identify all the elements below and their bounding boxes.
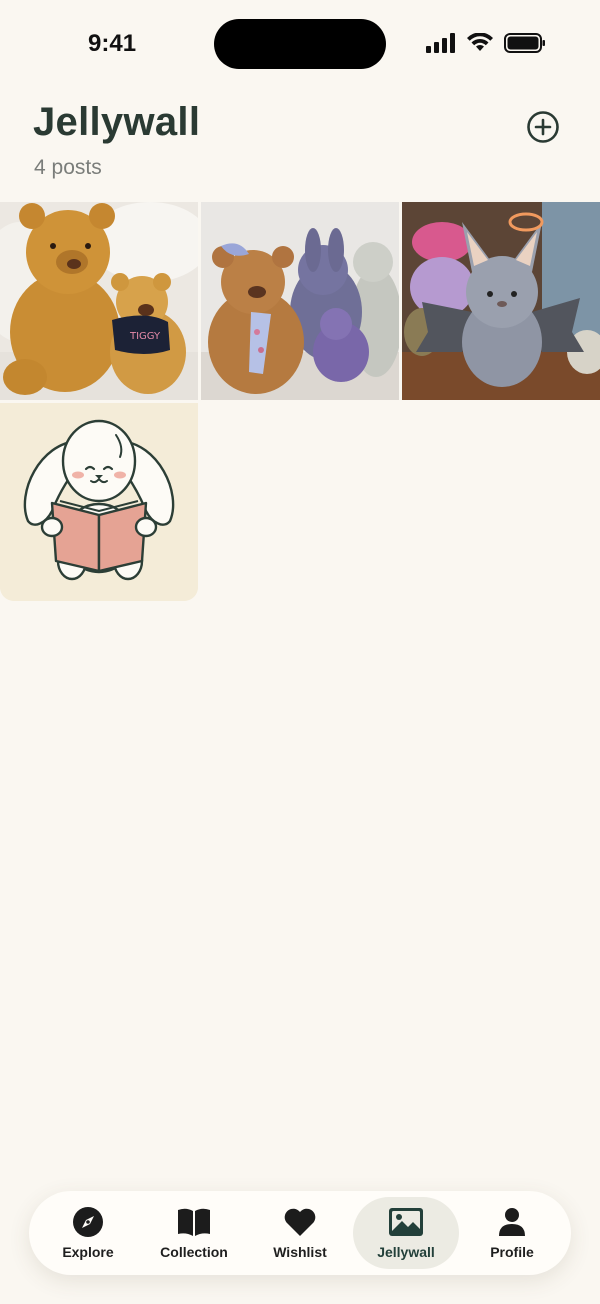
tab-profile[interactable]: Profile [459, 1197, 565, 1269]
status-time: 9:41 [88, 30, 137, 57]
page-header: Jellywall 4 posts [0, 90, 600, 200]
post-image-bunny-reading [0, 403, 198, 601]
tab-explore-label: Explore [62, 1244, 114, 1260]
heart-icon [284, 1208, 316, 1236]
status-bar: 9:41 [0, 0, 600, 90]
post-tile-bear-bunnies[interactable] [201, 202, 399, 400]
tab-jellywall-label: Jellywall [377, 1244, 435, 1260]
battery-icon [504, 33, 545, 53]
post-image-bat [402, 202, 600, 400]
tab-explore[interactable]: Explore [35, 1197, 141, 1269]
image-icon [389, 1208, 423, 1236]
jellywall-screen: 9:41 Jellywall 4 posts TIGGY Explore Col… [0, 0, 600, 1304]
shirt-text: TIGGY [129, 331, 161, 342]
person-icon [499, 1208, 525, 1236]
tab-wishlist-label: Wishlist [273, 1244, 327, 1260]
cellular-signal-icon [426, 33, 455, 53]
add-post-button[interactable] [526, 110, 560, 144]
tab-profile-label: Profile [490, 1244, 534, 1260]
wifi-icon [467, 33, 493, 51]
book-icon [178, 1208, 210, 1236]
post-image-bear-bunnies [201, 202, 399, 400]
post-tile-bears[interactable]: TIGGY [0, 202, 198, 400]
post-image-bears: TIGGY [0, 202, 198, 400]
dynamic-island [214, 19, 386, 69]
post-count: 4 posts [34, 156, 102, 179]
page-title: Jellywall [33, 100, 201, 144]
post-tile-bunny-reading[interactable] [0, 403, 198, 601]
post-tile-bat[interactable] [402, 202, 600, 400]
tab-collection[interactable]: Collection [141, 1197, 247, 1269]
compass-icon [73, 1207, 103, 1237]
plus-circle-icon [527, 111, 559, 143]
tab-wishlist[interactable]: Wishlist [247, 1197, 353, 1269]
tab-collection-label: Collection [160, 1244, 228, 1260]
status-icons [426, 33, 546, 53]
tab-bar: Explore Collection Wishlist Jellywall Pr… [29, 1191, 571, 1275]
tab-jellywall[interactable]: Jellywall [353, 1197, 459, 1269]
